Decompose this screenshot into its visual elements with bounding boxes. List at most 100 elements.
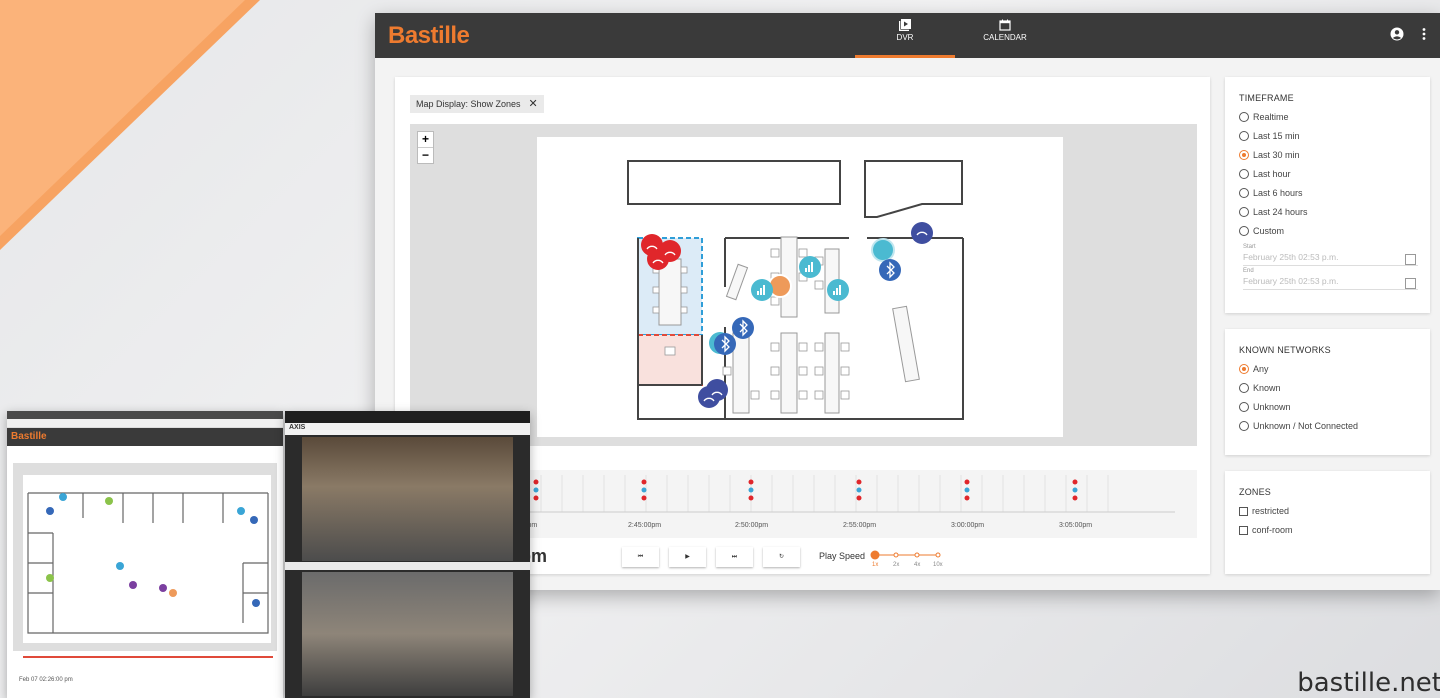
- timeline-label: 3:05:00pm: [1059, 522, 1093, 529]
- timeframe-panel: TIMEFRAME Realtime Last 15 min Last 30 m…: [1225, 77, 1430, 313]
- video-control-strip: [285, 562, 530, 570]
- top-app-bar: Bastille DVR CALENDAR: [375, 13, 1440, 58]
- more-vert-icon[interactable]: [1422, 27, 1426, 41]
- option-label: Last 30 min: [1253, 150, 1300, 160]
- timeframe-option[interactable]: Last 24 hours: [1239, 206, 1430, 218]
- account-icon[interactable]: [1390, 27, 1404, 41]
- calendar-icon[interactable]: [1405, 278, 1416, 289]
- mini-timeline-bar: [23, 656, 273, 658]
- mini-floor-map: [13, 463, 277, 651]
- floor-plan: [537, 137, 1063, 437]
- option-label: Last 24 hours: [1253, 207, 1308, 217]
- timeframe-option[interactable]: Custom: [1239, 225, 1430, 237]
- checkbox-icon: [1239, 525, 1248, 535]
- browser-address-bar: [7, 419, 283, 428]
- speed-1x[interactable]: 1x: [872, 562, 878, 568]
- radio-icon: [1239, 383, 1249, 393]
- browser-tab-bar: [7, 411, 283, 419]
- mini-top-bar: Bastille: [7, 428, 283, 446]
- known-networks-title: KNOWN NETWORKS: [1239, 345, 1331, 355]
- zones-panel: ZONES restricted conf-room: [1225, 471, 1430, 574]
- radio-selected-icon: [1239, 150, 1249, 160]
- start-value: February 25th 02:53 p.m.: [1243, 250, 1418, 266]
- top-right-icons: [1390, 27, 1426, 46]
- camera-feed-2[interactable]: [302, 572, 513, 696]
- timeframe-option[interactable]: Last 30 min: [1239, 149, 1430, 161]
- event-timeline[interactable]: 40:00pm 2:45:00pm 2:50:00pm 2:55:00pm 3:…: [510, 470, 1197, 538]
- timeline-label: 2:45:00pm: [628, 522, 662, 529]
- zoom-in-button[interactable]: +: [418, 132, 433, 148]
- speed-2x[interactable]: 2x: [893, 562, 899, 568]
- option-label: Any: [1253, 364, 1269, 374]
- end-value: February 25th 02:53 p.m.: [1243, 274, 1418, 290]
- speed-4x[interactable]: 4x: [914, 562, 920, 568]
- option-label: Unknown / Not Connected: [1253, 421, 1359, 431]
- video-window-header: AXIS: [285, 423, 530, 435]
- calendar-icon[interactable]: [1405, 254, 1416, 265]
- tab-dvr-label: DVR: [896, 33, 914, 42]
- option-label: Known: [1253, 383, 1281, 393]
- end-date-field[interactable]: End February 25th 02:53 p.m.: [1243, 268, 1418, 290]
- timeframe-option[interactable]: Realtime: [1239, 111, 1430, 123]
- radio-icon: [1239, 188, 1249, 198]
- radio-icon: [1239, 169, 1249, 179]
- skip-back-button[interactable]: ⏮: [622, 547, 659, 567]
- playback-controls: 0 pm ⏮ ▶ ⏭ ↻ Play Speed 1x 2x 4x 10x: [505, 543, 1205, 573]
- calendar-icon: [999, 19, 1011, 31]
- map-display-chip[interactable]: Map Display: Show Zones ✕: [410, 95, 544, 113]
- floor-plan-drawing: [627, 160, 964, 420]
- option-label: conf-room: [1252, 525, 1293, 535]
- close-icon[interactable]: ✕: [529, 98, 538, 110]
- network-option[interactable]: Unknown: [1239, 401, 1430, 413]
- axis-logo: AXIS: [289, 424, 306, 431]
- option-label: Last 6 hours: [1253, 188, 1303, 198]
- timeframe-option[interactable]: Last 15 min: [1239, 130, 1430, 142]
- radio-selected-icon: [1239, 364, 1249, 374]
- radio-icon: [1239, 207, 1249, 217]
- zoom-out-button[interactable]: −: [418, 148, 433, 163]
- radio-icon: [1239, 402, 1249, 412]
- option-label: Custom: [1253, 226, 1285, 236]
- checkbox-icon: [1239, 506, 1248, 516]
- tab-calendar-label: CALENDAR: [983, 33, 1027, 42]
- mini-current-time: Feb 07 02:26:00 pm: [19, 677, 73, 683]
- zoom-control: + −: [417, 131, 434, 164]
- timeframe-title: TIMEFRAME: [1239, 93, 1294, 103]
- network-option[interactable]: Unknown / Not Connected: [1239, 420, 1430, 432]
- option-label: restricted: [1252, 506, 1290, 516]
- network-option[interactable]: Known: [1239, 382, 1430, 394]
- known-networks-panel: KNOWN NETWORKS Any Known Unknown Unknown…: [1225, 329, 1430, 455]
- background-orange-stripe-light: [0, 0, 245, 236]
- video-library-icon: [899, 19, 911, 31]
- radio-icon: [1239, 421, 1249, 431]
- zone-option[interactable]: conf-room: [1239, 524, 1430, 536]
- timeframe-option[interactable]: Last 6 hours: [1239, 187, 1430, 199]
- floor-map[interactable]: + −: [410, 124, 1197, 446]
- network-option[interactable]: Any: [1239, 363, 1430, 375]
- timeline-label: 2:55:00pm: [843, 522, 877, 529]
- mini-logo: Bastille: [11, 431, 47, 442]
- radio-icon: [1239, 131, 1249, 141]
- option-label: Last 15 min: [1253, 131, 1300, 141]
- mini-floor-plan: [23, 475, 271, 643]
- skip-forward-button[interactable]: ⏭: [716, 547, 753, 567]
- camera-feed-1[interactable]: [302, 437, 513, 561]
- timeframe-option[interactable]: Last hour: [1239, 168, 1430, 180]
- speed-10x[interactable]: 10x: [933, 562, 943, 568]
- bastille-net-text: bastille.net: [1297, 668, 1440, 698]
- tab-calendar[interactable]: CALENDAR: [955, 19, 1055, 58]
- reset-button[interactable]: ↻: [763, 547, 800, 567]
- play-button[interactable]: ▶: [669, 547, 706, 567]
- zones-title: ZONES: [1239, 487, 1272, 497]
- tab-dvr[interactable]: DVR: [855, 19, 955, 58]
- option-label: Last hour: [1253, 169, 1291, 179]
- play-speed-slider[interactable]: [870, 549, 950, 561]
- camera-video-window: AXIS: [285, 411, 530, 698]
- start-date-field[interactable]: Start February 25th 02:53 p.m.: [1243, 244, 1418, 266]
- radio-icon: [1239, 226, 1249, 236]
- timeline-ticks: [510, 475, 1175, 513]
- option-label: Realtime: [1253, 112, 1289, 122]
- zone-option[interactable]: restricted: [1239, 505, 1430, 517]
- radio-icon: [1239, 112, 1249, 122]
- option-label: Unknown: [1253, 402, 1291, 412]
